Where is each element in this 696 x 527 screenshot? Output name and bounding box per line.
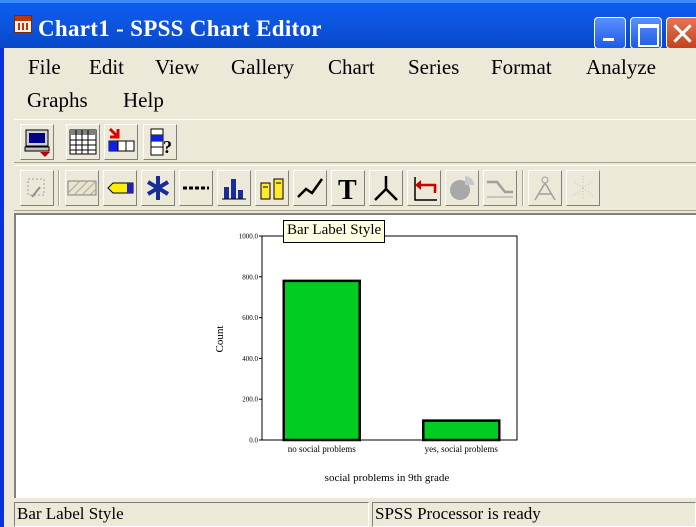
maximize-icon[interactable]	[630, 17, 662, 49]
title-bar[interactable]: Chart1 - SPSS Chart Editor	[0, 0, 696, 49]
y-tick-label: 400.0	[242, 355, 258, 363]
tooltip: Bar Label Style	[283, 220, 386, 243]
data-editor-grid-icon[interactable]	[66, 124, 100, 160]
reference-line-icon[interactable]	[566, 170, 600, 206]
bar[interactable]	[422, 419, 501, 442]
y-tick-label: 800.0	[242, 273, 258, 281]
bar[interactable]	[282, 279, 361, 442]
select-object-icon[interactable]	[20, 170, 54, 206]
variables-help-icon[interactable]: ?	[143, 124, 177, 160]
menu-format[interactable]: Format	[489, 55, 554, 80]
standard-toolbar: ?	[14, 119, 696, 163]
marker-asterisk-icon[interactable]	[141, 170, 175, 206]
interpolation-line-icon[interactable]	[293, 170, 327, 206]
chart-app-icon[interactable]	[14, 15, 32, 33]
svg-text:?: ?	[163, 137, 172, 157]
toolbar-separator	[58, 170, 60, 206]
menu-bar: File Edit View Gallery Chart Series Form…	[8, 51, 696, 117]
menu-gallery[interactable]: Gallery	[229, 55, 296, 80]
bar-chart[interactable]: Count social problems in 9th grade 0.0 20…	[16, 215, 696, 498]
menu-help[interactable]: Help	[121, 88, 166, 113]
status-processor: SPSS Processor is ready	[372, 502, 696, 527]
toolbar-separator	[522, 170, 524, 206]
bar-label-style-icon[interactable]	[255, 170, 289, 206]
menu-file[interactable]: File	[26, 55, 63, 80]
minimize-icon[interactable]	[594, 17, 626, 49]
bar-style-icon[interactable]	[217, 170, 251, 206]
y-tick-label: 600.0	[242, 314, 258, 322]
fill-pattern-icon[interactable]	[65, 170, 99, 206]
y-axis-label: Count	[214, 326, 226, 353]
x-tick-label: yes, social problems	[425, 444, 499, 454]
break-line-icon[interactable]	[483, 170, 517, 206]
menu-chart[interactable]: Chart	[326, 55, 377, 80]
window-title: Chart1 - SPSS Chart Editor	[38, 16, 322, 41]
menu-view[interactable]: View	[153, 55, 201, 80]
y-tick-label: 200.0	[242, 396, 258, 404]
chart-canvas[interactable]: Count social problems in 9th grade 0.0 20…	[14, 213, 696, 498]
status-bar: Bar Label Style SPSS Processor is ready	[14, 500, 696, 527]
3d-rotation-icon[interactable]	[369, 170, 403, 206]
y-tick-label: 1000.0	[239, 233, 259, 241]
x-axis-label: social problems in 9th grade	[325, 472, 450, 484]
explode-slice-icon[interactable]	[445, 170, 479, 206]
menu-edit[interactable]: Edit	[87, 55, 126, 80]
menu-series[interactable]: Series	[406, 55, 461, 80]
text-tool-icon[interactable]: T	[331, 170, 365, 206]
goto-case-icon[interactable]	[104, 124, 138, 160]
line-style-icon[interactable]	[179, 170, 213, 206]
menu-analyze[interactable]: Analyze	[584, 55, 658, 80]
y-tick-label: 0.0	[249, 437, 258, 445]
refresh-screen-icon[interactable]	[20, 124, 54, 160]
swap-axes-icon[interactable]	[407, 170, 441, 206]
svg-text:T: T	[338, 175, 357, 203]
chart-toolbar: T	[14, 165, 696, 211]
status-message: Bar Label Style	[14, 502, 369, 527]
menu-graphs[interactable]: Graphs	[25, 88, 90, 113]
color-pencil-icon[interactable]	[103, 170, 137, 206]
x-tick-label: no social problems	[288, 444, 356, 454]
close-icon[interactable]	[666, 17, 696, 49]
spikes-icon[interactable]	[528, 170, 562, 206]
